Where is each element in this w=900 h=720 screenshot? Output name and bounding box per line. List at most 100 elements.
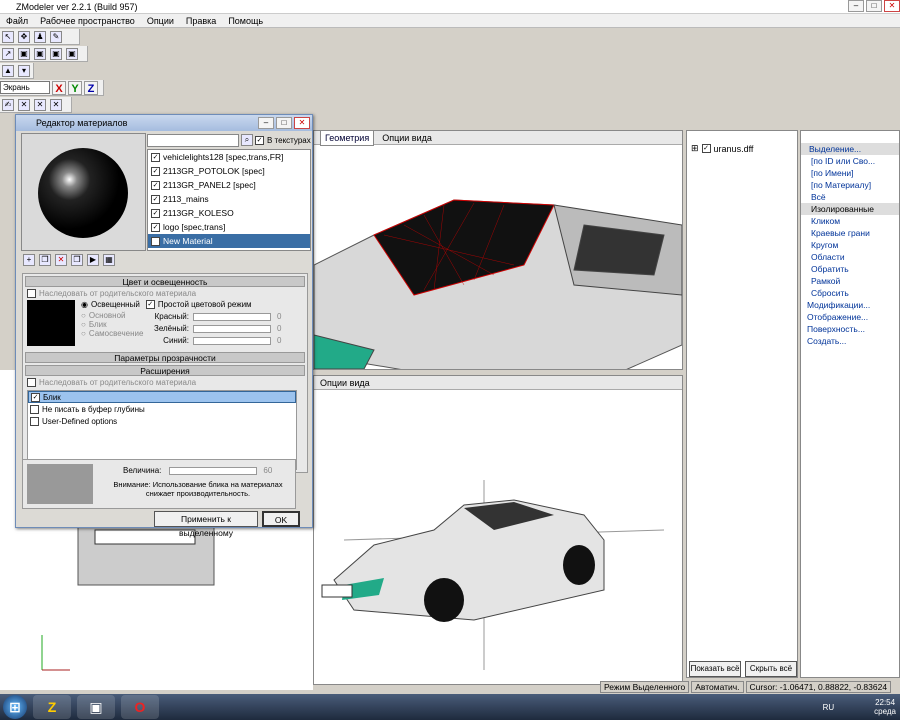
opera-taskbar-icon[interactable]: O bbox=[121, 695, 159, 719]
link-tool-icon[interactable]: ✕ bbox=[18, 98, 30, 111]
palette-icon[interactable]: ▦ bbox=[103, 254, 115, 266]
select-frame[interactable]: Рамкой bbox=[801, 275, 899, 287]
brush-tool-icon[interactable]: ✍ bbox=[2, 98, 14, 111]
list-item-selected[interactable]: ✓ New Material bbox=[148, 234, 310, 248]
list-item[interactable]: User-Defined options bbox=[28, 415, 296, 427]
select-by-id[interactable]: [по ID или Сво... bbox=[801, 155, 899, 167]
axis-x-button[interactable]: X bbox=[52, 80, 66, 95]
language-indicator[interactable]: RU bbox=[823, 703, 835, 712]
dropdown-arrow-icon[interactable]: ▾ bbox=[18, 64, 30, 77]
create-item[interactable]: Создать... bbox=[801, 335, 899, 347]
list-item[interactable]: Не писать в буфер глубины bbox=[28, 403, 296, 415]
select-by-material[interactable]: [по Материалу] bbox=[801, 179, 899, 191]
select-all[interactable]: Всё bbox=[801, 191, 899, 203]
display-item[interactable]: Отображение... bbox=[801, 311, 899, 323]
color-section-header[interactable]: Цвет и освещенность bbox=[25, 276, 305, 287]
menu-workspace[interactable]: Рабочее пространство bbox=[40, 14, 135, 28]
pin-tool-icon[interactable]: ✎ bbox=[50, 30, 62, 43]
menu-edit[interactable]: Правка bbox=[186, 14, 216, 28]
show-all-button[interactable]: Показать всё bbox=[689, 661, 741, 677]
in-textures-label[interactable]: В текстурах bbox=[267, 136, 311, 145]
clock-day[interactable]: среда bbox=[874, 707, 896, 716]
blue-slider[interactable] bbox=[193, 336, 271, 345]
magnitude-slider[interactable] bbox=[169, 466, 258, 475]
cube3-tool-icon[interactable]: ▣ bbox=[50, 47, 62, 60]
vertex-tool-icon[interactable]: ↗ bbox=[2, 47, 14, 60]
minimize-button[interactable]: – bbox=[848, 0, 864, 12]
list-item[interactable]: ✓ 2113GR_POTOLOK [spec] bbox=[148, 164, 310, 178]
maximize-button[interactable]: □ bbox=[866, 0, 882, 12]
clone-material-icon[interactable]: ❒ bbox=[71, 254, 83, 266]
color-swatch[interactable] bbox=[27, 300, 75, 346]
select-by-name[interactable]: [по Имени] bbox=[801, 167, 899, 179]
dialog-maximize-button[interactable]: □ bbox=[276, 117, 292, 129]
list-item[interactable]: ✓ 2113_mains bbox=[148, 192, 310, 206]
select-click[interactable]: Кликом bbox=[801, 215, 899, 227]
link3-tool-icon[interactable]: ✕ bbox=[50, 98, 62, 111]
delete-material-icon[interactable]: ✕ bbox=[55, 254, 67, 266]
hide-all-button[interactable]: Скрыть всё bbox=[745, 661, 797, 677]
close-button[interactable]: ✕ bbox=[884, 0, 900, 12]
dialog-close-button[interactable]: ✕ bbox=[294, 117, 310, 129]
lit-label[interactable]: Освещенный bbox=[91, 300, 140, 309]
view-options-label[interactable]: Опции вида bbox=[382, 131, 432, 145]
highlight-label[interactable]: Блик bbox=[89, 320, 107, 329]
material-list[interactable]: ✓ vehiclelights128 [spec,trans,FR] ✓ 2113G… bbox=[147, 149, 311, 251]
cube-tool-icon[interactable]: ▣ bbox=[18, 47, 30, 60]
binoculars-icon[interactable]: ⌕ bbox=[241, 134, 253, 146]
magnitude-value[interactable]: 60 bbox=[263, 466, 272, 475]
list-item[interactable]: ✓ logo [spec,trans] bbox=[148, 220, 310, 234]
red-slider[interactable] bbox=[193, 312, 271, 321]
cone-tool-icon[interactable]: ▲ bbox=[2, 64, 14, 77]
self-illum-label[interactable]: Самосвечение bbox=[89, 329, 144, 338]
link2-tool-icon[interactable]: ✕ bbox=[34, 98, 46, 111]
viewport-bottom[interactable]: Опции вида bbox=[313, 375, 683, 685]
extensions-section-header[interactable]: Расширения bbox=[25, 365, 305, 376]
select-edges[interactable]: Краевые грани bbox=[801, 227, 899, 239]
cube2-tool-icon[interactable]: ▣ bbox=[34, 47, 46, 60]
move-tool-icon[interactable]: ✥ bbox=[18, 30, 30, 43]
app-taskbar-icon[interactable]: ▣ bbox=[77, 695, 115, 719]
select-circle[interactable]: Кругом bbox=[801, 239, 899, 251]
axis-z-button[interactable]: Z bbox=[84, 80, 98, 95]
list-item[interactable]: ✓ vehiclelights128 [spec,trans,FR] bbox=[148, 150, 310, 164]
list-item[interactable]: ✓ Блик bbox=[28, 391, 296, 403]
green-value[interactable]: 0 bbox=[277, 324, 281, 333]
basic-label[interactable]: Основной bbox=[89, 311, 126, 320]
blue-value[interactable]: 0 bbox=[277, 336, 281, 345]
surface-item[interactable]: Поверхность... bbox=[801, 323, 899, 335]
dialog-minimize-button[interactable]: – bbox=[258, 117, 274, 129]
view-select[interactable]: Экрань bbox=[0, 81, 50, 94]
extensions-list[interactable]: ✓ Блик Не писать в буфер глубины User-Def… bbox=[27, 390, 297, 470]
axis-y-button[interactable]: Y bbox=[68, 80, 82, 95]
modifications-item[interactable]: Модификации... bbox=[801, 299, 899, 311]
zmodeler-taskbar-icon[interactable]: Z bbox=[33, 695, 71, 719]
select-regions[interactable]: Области bbox=[801, 251, 899, 263]
geometry-tab[interactable]: Геометрия bbox=[320, 129, 375, 146]
select-reset[interactable]: Сбросить bbox=[801, 287, 899, 299]
list-item[interactable]: ✓ 2113GR_PANEL2 [spec] bbox=[148, 178, 310, 192]
selection-header[interactable]: Выделение... bbox=[801, 143, 899, 155]
new-material-icon[interactable]: + bbox=[23, 254, 35, 266]
clock-time[interactable]: 22:54 bbox=[874, 698, 896, 707]
menu-file[interactable]: Файл bbox=[6, 14, 28, 28]
apply-button[interactable]: Применить к выделенному bbox=[154, 511, 258, 538]
list-item[interactable]: ✓ 2113GR_KOLESO bbox=[148, 206, 310, 220]
transparency-section-header[interactable]: Параметры прозрачности bbox=[25, 352, 305, 363]
person-tool-icon[interactable]: ♟ bbox=[34, 30, 46, 43]
viewport-top[interactable]: Геометрия Опции вида bbox=[313, 129, 683, 376]
cube4-tool-icon[interactable]: ▣ bbox=[66, 47, 78, 60]
highlight-swatch[interactable] bbox=[27, 464, 93, 504]
inherit-label-2[interactable]: Наследовать от родительского материала bbox=[39, 378, 196, 387]
menu-options[interactable]: Опции bbox=[147, 14, 174, 28]
green-slider[interactable] bbox=[193, 324, 271, 333]
select-tool-icon[interactable]: ↖ bbox=[2, 30, 14, 43]
view-options-label-2[interactable]: Опции вида bbox=[320, 378, 370, 388]
menu-help[interactable]: Помощь bbox=[228, 14, 263, 28]
scene-tree-item[interactable]: ⊞ ✓ uranus.dff bbox=[687, 131, 797, 154]
inherit-label[interactable]: Наследовать от родительского материала bbox=[39, 289, 196, 298]
play-icon[interactable]: ▶ bbox=[87, 254, 99, 266]
select-invert[interactable]: Обратить bbox=[801, 263, 899, 275]
material-search-input[interactable] bbox=[147, 133, 239, 147]
red-value[interactable]: 0 bbox=[277, 312, 281, 321]
